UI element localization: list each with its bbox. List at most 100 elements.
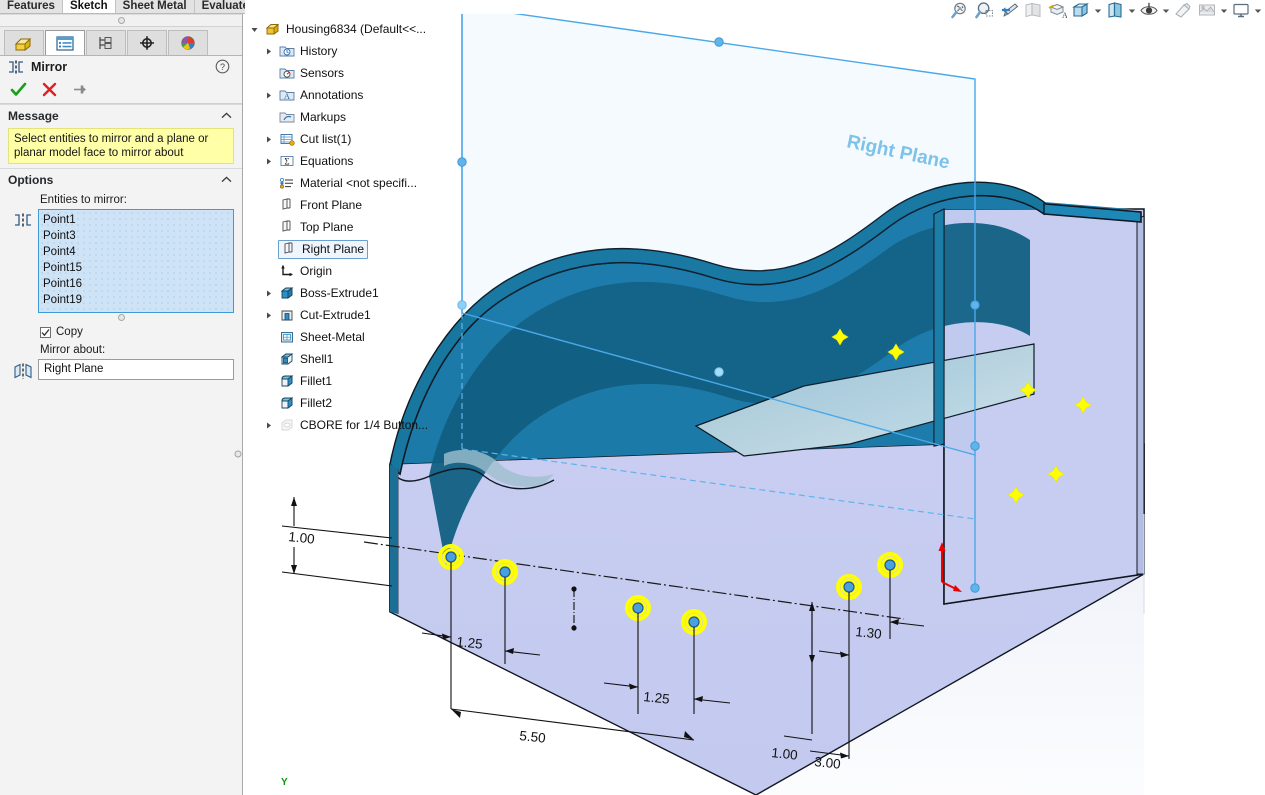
command-tab-sketch[interactable]: Sketch bbox=[62, 0, 116, 13]
dimension-value-1-30: 1.30 bbox=[855, 624, 883, 642]
display-style-icon[interactable] bbox=[1069, 0, 1093, 21]
splitter-dot-icon bbox=[117, 17, 125, 24]
tree-item-material[interactable]: Material <not specifi... bbox=[246, 172, 476, 194]
feature-manager-tree[interactable]: Housing6834 (Default<<... History Sensor… bbox=[246, 18, 476, 436]
chevron-right-icon[interactable] bbox=[262, 421, 274, 430]
chevron-right-icon[interactable] bbox=[262, 91, 274, 100]
sheet-metal-icon bbox=[278, 330, 296, 344]
options-section-header[interactable]: Options bbox=[0, 168, 242, 190]
property-manager-title-bar: Mirror ? bbox=[0, 56, 242, 78]
tree-item-selected-frame[interactable]: Right Plane bbox=[278, 239, 369, 259]
copy-checkbox-row[interactable]: Copy bbox=[0, 323, 242, 340]
listbox-resize-handle[interactable] bbox=[0, 313, 242, 323]
feature-tree-icon bbox=[14, 37, 32, 52]
tree-item-cut-extrude1[interactable]: Cut-Extrude1 bbox=[246, 304, 476, 326]
chevron-up-icon[interactable] bbox=[221, 112, 232, 119]
tree-item-fillet2[interactable]: Fillet2 bbox=[246, 392, 476, 414]
view-heads-up-toolbar[interactable]: A bbox=[949, 0, 1263, 21]
viewport-icon[interactable] bbox=[1229, 0, 1253, 21]
mirror-icon bbox=[9, 60, 23, 74]
dimension-value-1-00-right: 1.00 bbox=[771, 745, 799, 763]
dimxpert-manager-tab[interactable] bbox=[127, 30, 167, 55]
view-orientation-icon[interactable]: A bbox=[1045, 0, 1069, 21]
chevron-down-icon[interactable] bbox=[1219, 8, 1229, 14]
chevron-right-icon[interactable] bbox=[262, 157, 274, 166]
annotations-icon: A bbox=[278, 88, 296, 102]
cutlist-icon bbox=[278, 132, 296, 146]
pin-icon[interactable] bbox=[72, 82, 87, 100]
tree-item-boss-extrude1[interactable]: Boss-Extrude1 bbox=[246, 282, 476, 304]
entities-to-mirror-listbox[interactable]: Point1 Point3 Point4 Point15 Point16 Poi… bbox=[38, 209, 234, 313]
plane-icon bbox=[278, 220, 296, 234]
tree-item-cut-list[interactable]: Cut list(1) bbox=[246, 128, 476, 150]
tree-item-origin[interactable]: Origin bbox=[246, 260, 476, 282]
tree-item-label: Housing6834 (Default<<... bbox=[286, 22, 427, 36]
message-section-header[interactable]: Message bbox=[0, 104, 242, 126]
chevron-down-icon[interactable] bbox=[1253, 8, 1263, 14]
property-manager-tab[interactable] bbox=[45, 30, 85, 55]
chevron-right-icon[interactable] bbox=[262, 47, 274, 56]
tree-item-label: Cut list(1) bbox=[300, 132, 352, 146]
configuration-manager-tab[interactable] bbox=[86, 30, 126, 55]
panel-splitter-handle[interactable] bbox=[0, 14, 242, 27]
section-view-icon[interactable] bbox=[1021, 0, 1045, 21]
tree-item-cbore[interactable]: CBORE for 1/4 Button... bbox=[246, 414, 476, 436]
tree-item-housing[interactable]: Housing6834 (Default<<... bbox=[246, 18, 476, 40]
display-manager-tab[interactable] bbox=[168, 30, 208, 55]
tree-item-label: Fillet2 bbox=[300, 396, 333, 410]
list-item[interactable]: Point19 bbox=[43, 292, 229, 308]
tree-item-history[interactable]: History bbox=[246, 40, 476, 62]
property-manager-actions[interactable] bbox=[0, 78, 242, 104]
command-tab-features[interactable]: Features bbox=[0, 0, 63, 13]
chevron-right-icon[interactable] bbox=[262, 311, 274, 320]
list-item[interactable]: Point16 bbox=[43, 276, 229, 292]
tree-item-equations[interactable]: Σ Equations bbox=[246, 150, 476, 172]
tree-item-right-plane[interactable]: Right Plane bbox=[246, 238, 476, 260]
cancel-x-icon[interactable] bbox=[42, 82, 57, 100]
list-item[interactable]: Point15 bbox=[43, 260, 229, 276]
tree-item-label: Sheet-Metal bbox=[300, 330, 365, 344]
apply-scene-icon[interactable] bbox=[1171, 0, 1195, 21]
tree-item-sensors[interactable]: Sensors bbox=[246, 62, 476, 84]
tree-item-markups[interactable]: Markups bbox=[246, 106, 476, 128]
list-item[interactable]: Point1 bbox=[43, 212, 229, 228]
chevron-right-icon[interactable] bbox=[262, 289, 274, 298]
view-settings-icon[interactable] bbox=[1195, 0, 1219, 21]
hide-show-items-icon[interactable] bbox=[1103, 0, 1127, 21]
tree-item-front-plane[interactable]: Front Plane bbox=[246, 194, 476, 216]
command-tab-sheet-metal[interactable]: Sheet Metal bbox=[115, 0, 195, 13]
chevron-down-icon[interactable] bbox=[1093, 8, 1103, 14]
tree-item-shell1[interactable]: Shell1 bbox=[246, 348, 476, 370]
chevron-right-icon[interactable] bbox=[262, 135, 274, 144]
ok-check-icon[interactable] bbox=[10, 82, 27, 100]
panel-edge-resize-grip[interactable] bbox=[233, 424, 243, 484]
edit-appearance-icon[interactable] bbox=[1137, 0, 1161, 21]
zoom-to-area-icon[interactable] bbox=[973, 0, 997, 21]
equations-icon: Σ bbox=[278, 154, 296, 168]
zoom-to-fit-icon[interactable] bbox=[949, 0, 973, 21]
cut-extrude-icon bbox=[278, 308, 296, 322]
tree-item-top-plane[interactable]: Top Plane bbox=[246, 216, 476, 238]
list-item[interactable]: Point4 bbox=[43, 244, 229, 260]
chevron-down-icon[interactable] bbox=[1161, 8, 1171, 14]
feature-manager-tab[interactable] bbox=[4, 30, 44, 55]
fillet-icon bbox=[278, 396, 296, 410]
previous-view-icon[interactable] bbox=[997, 0, 1021, 21]
entities-to-mirror-row: Point1 Point3 Point4 Point15 Point16 Poi… bbox=[0, 209, 242, 313]
command-manager-tabs[interactable]: Features Sketch Sheet Metal Evaluate bbox=[0, 0, 245, 14]
chevron-up-icon[interactable] bbox=[221, 176, 232, 183]
mirror-about-input[interactable]: Right Plane bbox=[38, 359, 234, 380]
chevron-down-icon[interactable] bbox=[248, 25, 260, 34]
tree-item-fillet1[interactable]: Fillet1 bbox=[246, 370, 476, 392]
chevron-down-icon[interactable] bbox=[1127, 8, 1137, 14]
help-question-icon[interactable]: ? bbox=[215, 59, 230, 77]
manager-tab-bar[interactable] bbox=[0, 27, 242, 56]
tree-item-label: Annotations bbox=[300, 88, 364, 102]
copy-checkbox[interactable] bbox=[40, 326, 51, 338]
command-tab-evaluate[interactable]: Evaluate bbox=[194, 0, 245, 13]
mirror-plane-icon bbox=[8, 359, 38, 380]
tree-item-sheet-metal[interactable]: Sheet-Metal bbox=[246, 326, 476, 348]
svg-text:Σ: Σ bbox=[284, 156, 289, 166]
tree-item-annotations[interactable]: A Annotations bbox=[246, 84, 476, 106]
list-item[interactable]: Point3 bbox=[43, 228, 229, 244]
